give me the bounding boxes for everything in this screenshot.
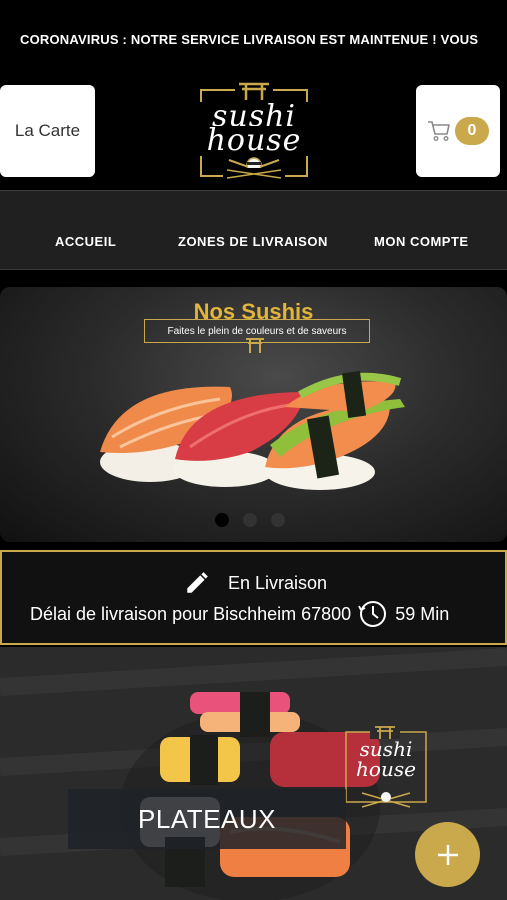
- delivery-delay-row: Délai de livraison pour Bischheim 67800 …: [30, 598, 449, 630]
- logo-word-house: house: [199, 126, 309, 156]
- category-label[interactable]: PLATEAUX: [68, 789, 346, 849]
- category-logo-word-sushi: sushi: [359, 737, 413, 761]
- cart-button[interactable]: 0: [416, 85, 500, 177]
- plus-icon: [437, 844, 458, 865]
- cart-count-badge: 0: [455, 117, 489, 145]
- carousel-subtitle: Faites le plein de couleurs et de saveur…: [144, 319, 370, 343]
- carousel-dot-2[interactable]: [243, 513, 257, 527]
- delivery-delay-label: Délai de livraison pour Bischheim 67800: [30, 603, 352, 624]
- promo-carousel[interactable]: Nos Sushis Faites le plein de couleurs e…: [0, 287, 507, 542]
- carousel-dot-3[interactable]: [271, 513, 285, 527]
- header: La Carte sushi house 0: [0, 80, 507, 190]
- carousel-dots: [215, 513, 285, 527]
- main-nav: ACCUEIL ZONES DE LIVRAISON MON COMPTE: [0, 190, 507, 270]
- menu-button[interactable]: La Carte: [0, 85, 95, 177]
- clock-icon: [358, 601, 387, 627]
- announcement-text: CORONAVIRUS : NOTRE SERVICE LIVRAISON ES…: [20, 32, 479, 47]
- delivery-mode-row[interactable]: En Livraison: [2, 570, 507, 596]
- delivery-mode-label: En Livraison: [227, 572, 328, 593]
- delivery-info[interactable]: En Livraison Délai de livraison pour Bis…: [0, 550, 507, 645]
- announcement-bar: CORONAVIRUS : NOTRE SERVICE LIVRAISON ES…: [0, 0, 507, 80]
- category-logo-word-house: house: [356, 757, 416, 781]
- pencil-icon: [187, 572, 208, 593]
- delivery-delay-value: 59 Min: [395, 603, 450, 624]
- nav-item-mon-compte[interactable]: MON COMPTE: [374, 234, 469, 249]
- carousel-dot-1[interactable]: [215, 513, 229, 527]
- nav-item-accueil[interactable]: ACCUEIL: [55, 234, 116, 249]
- logo[interactable]: sushi house: [199, 80, 309, 184]
- nav-item-zones-de-livraison[interactable]: ZONES DE LIVRAISON: [178, 234, 328, 249]
- add-button[interactable]: [415, 822, 480, 887]
- cart-icon: [428, 121, 450, 142]
